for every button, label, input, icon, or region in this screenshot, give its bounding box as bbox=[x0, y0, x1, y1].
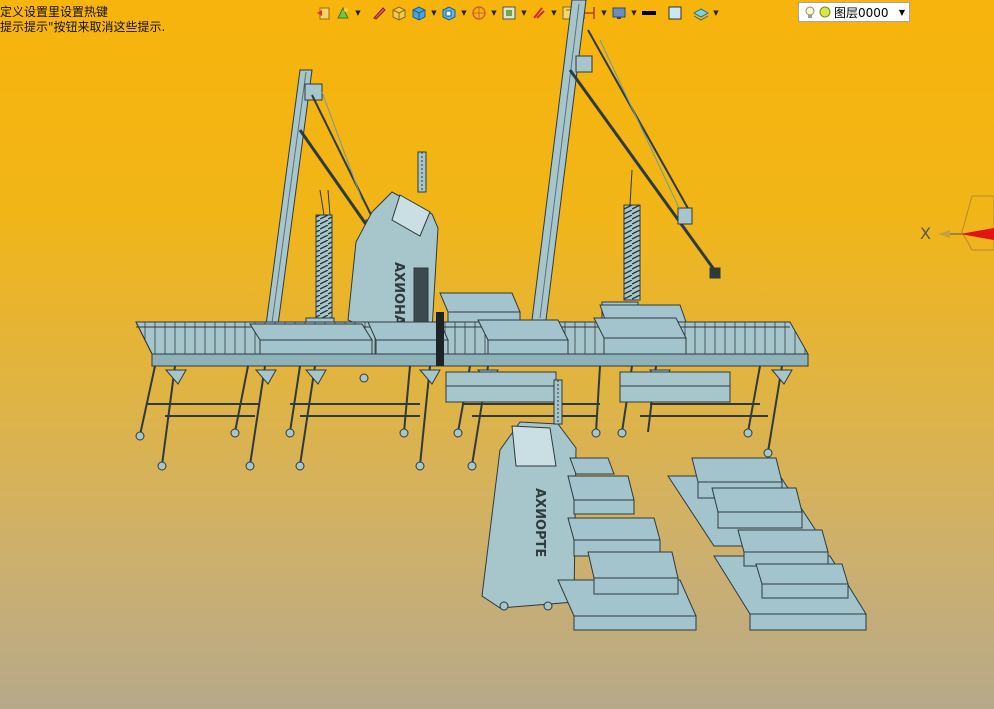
conveyor bbox=[135, 321, 809, 367]
back-pallets bbox=[445, 371, 731, 403]
front-machine: АХИОРТЕ bbox=[481, 379, 577, 611]
svg-text:АХИОРТЕ: АХИОРТЕ bbox=[532, 488, 547, 557]
cad-viewport[interactable]: АХИОНА АХИОРТЕ bbox=[0, 0, 994, 709]
right-spring bbox=[601, 169, 641, 319]
svg-text:АХИОНА: АХИОНА bbox=[391, 262, 406, 325]
back-machine: АХИОНА bbox=[347, 151, 439, 349]
axis-indicator bbox=[938, 195, 994, 251]
conveyor-gate bbox=[436, 312, 444, 366]
rear-box bbox=[439, 292, 521, 325]
pallet-stack-right bbox=[667, 457, 867, 631]
left-spring bbox=[305, 189, 335, 333]
axis-x-label: X bbox=[920, 224, 931, 243]
